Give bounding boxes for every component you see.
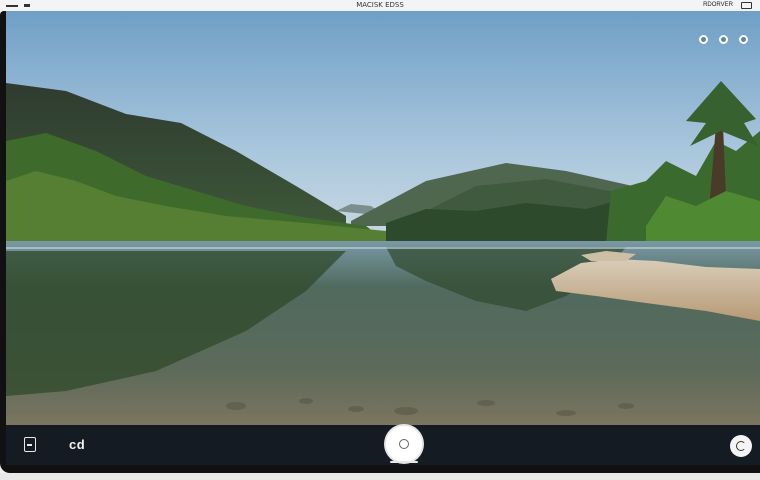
settings-icon[interactable] [739, 35, 748, 44]
shutter-button[interactable] [386, 426, 422, 462]
camera-switch-icon[interactable] [730, 435, 752, 457]
shutter-indicator [390, 461, 418, 463]
status-right: RDORVER [703, 0, 752, 11]
camera-viewfinder[interactable] [6, 11, 760, 425]
status-title: MACISK EDSS [356, 1, 404, 9]
bottom-edge [0, 473, 760, 480]
camera-control-bar: cd [6, 425, 760, 465]
mode-label[interactable]: cd [69, 437, 85, 452]
flash-icon[interactable] [699, 35, 708, 44]
timer-icon[interactable] [719, 35, 728, 44]
status-bar: MACISK EDSS RDORVER [0, 0, 760, 11]
battery-icon [741, 2, 752, 9]
gallery-icon[interactable] [24, 437, 36, 452]
viewfinder-quick-controls [699, 35, 748, 44]
status-right-text: RDORVER [703, 2, 733, 8]
lake-scene-image [6, 11, 760, 425]
